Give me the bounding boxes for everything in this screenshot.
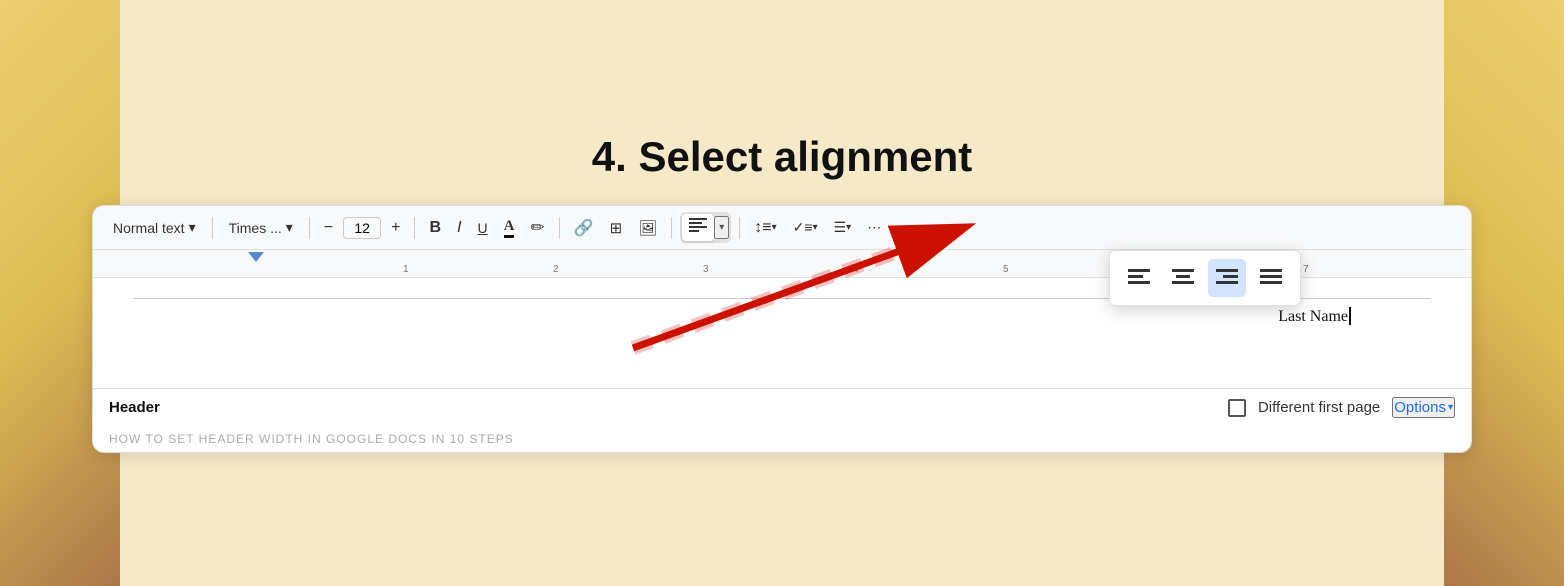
font-dropdown-icon: ▾: [286, 219, 293, 236]
separator-6: [739, 217, 740, 239]
more-button[interactable]: ⋯: [861, 215, 887, 240]
ruler-mark-1: 1: [403, 264, 409, 275]
document-container: Normal text ▾ Times ... ▾ − 12 + B: [92, 205, 1472, 453]
align-popup: [1109, 250, 1301, 306]
separator-4: [559, 217, 560, 239]
options-dropdown-icon: ▾: [1448, 402, 1453, 413]
highlight-button[interactable]: ✏: [524, 214, 550, 242]
font-selector[interactable]: Times ... ▾: [221, 215, 301, 240]
checklist-icon: ✓≡: [793, 219, 813, 236]
underline-icon: U: [478, 220, 488, 236]
align-center-popup-button[interactable]: [1164, 259, 1202, 297]
image-icon: 🖼: [638, 219, 657, 237]
insert-icon: ⊞: [610, 219, 623, 237]
align-right-popup-button[interactable]: [1208, 259, 1246, 297]
italic-button[interactable]: I: [451, 215, 467, 241]
normal-text-dropdown-icon: ▾: [189, 219, 196, 236]
italic-icon: I: [457, 219, 461, 237]
last-name-text: Last Name: [1278, 308, 1348, 325]
footer-right: Different first page Options ▾: [1228, 397, 1455, 418]
bold-icon: B: [429, 219, 441, 237]
header-label: Header: [109, 399, 160, 416]
separator-5: [671, 217, 672, 239]
page-title: 4. Select alignment: [592, 133, 972, 181]
ruler-mark-5: 5: [1003, 264, 1009, 275]
align-center-popup-icon: [1172, 269, 1194, 287]
highlight-icon: ✏: [530, 218, 544, 238]
checklist-button[interactable]: ✓≡ ▾: [787, 215, 824, 240]
align-justify-popup-button[interactable]: [1252, 259, 1290, 297]
link-icon: 🔗: [574, 218, 594, 238]
font-size-decrease[interactable]: −: [318, 217, 339, 239]
align-left-icon: [689, 218, 707, 232]
line-spacing-button[interactable]: ↕≡ ▾: [748, 215, 782, 241]
font-size-increase[interactable]: +: [385, 217, 406, 239]
main-container: 4. Select alignment Normal text ▾ Times …: [92, 133, 1472, 453]
separator-3: [414, 217, 415, 239]
document-footer: Header Different first page Options ▾: [93, 388, 1471, 426]
font-color-button[interactable]: A: [498, 214, 521, 242]
options-button[interactable]: Options ▾: [1392, 397, 1455, 418]
font-size-input[interactable]: 12: [343, 217, 381, 239]
normal-text-button[interactable]: Normal text ▾: [105, 215, 204, 240]
align-left-popup-icon: [1128, 269, 1150, 287]
text-cursor: [1349, 307, 1351, 325]
align-right-popup-icon: [1216, 269, 1238, 287]
minus-icon: −: [324, 219, 333, 237]
font-color-icon: A: [504, 218, 515, 238]
options-label: Options: [1394, 399, 1446, 416]
separator-2: [309, 217, 310, 239]
ruler-mark-4: 4: [853, 264, 859, 275]
bold-button[interactable]: B: [423, 215, 447, 241]
image-button[interactable]: 🖼: [632, 215, 663, 241]
bottom-hint-text: HOW TO SET HEADER WIDTH IN GOOGLE DOCS I…: [93, 426, 1471, 452]
align-group: ▾: [680, 212, 731, 243]
different-first-page-label: Different first page: [1258, 399, 1380, 416]
bullets-icon: ☰: [834, 219, 847, 236]
toolbar: Normal text ▾ Times ... ▾ − 12 + B: [93, 206, 1471, 250]
underline-button[interactable]: U: [472, 216, 494, 240]
bullets-button[interactable]: ☰ ▾: [828, 215, 858, 240]
font-label: Times ...: [229, 220, 282, 236]
ruler-mark-2: 2: [553, 264, 559, 275]
link-button[interactable]: 🔗: [568, 214, 600, 242]
ruler-mark-7: 7: [1303, 264, 1309, 275]
plus-icon: +: [391, 219, 400, 237]
ruler-mark-3: 3: [703, 264, 709, 275]
different-first-page-checkbox[interactable]: [1228, 399, 1246, 417]
font-size-value: 12: [354, 220, 370, 236]
align-dropdown-button[interactable]: ▾: [714, 216, 729, 239]
line-spacing-icon: ↕≡: [754, 219, 771, 237]
separator-1: [212, 217, 213, 239]
more-icon: ⋯: [867, 219, 881, 236]
document-text[interactable]: Last Name: [133, 307, 1431, 326]
align-justify-popup-icon: [1260, 269, 1282, 287]
align-left-popup-button[interactable]: [1120, 259, 1158, 297]
align-active-button[interactable]: [682, 214, 714, 241]
insert-button[interactable]: ⊞: [604, 215, 629, 241]
normal-text-label: Normal text: [113, 220, 185, 236]
